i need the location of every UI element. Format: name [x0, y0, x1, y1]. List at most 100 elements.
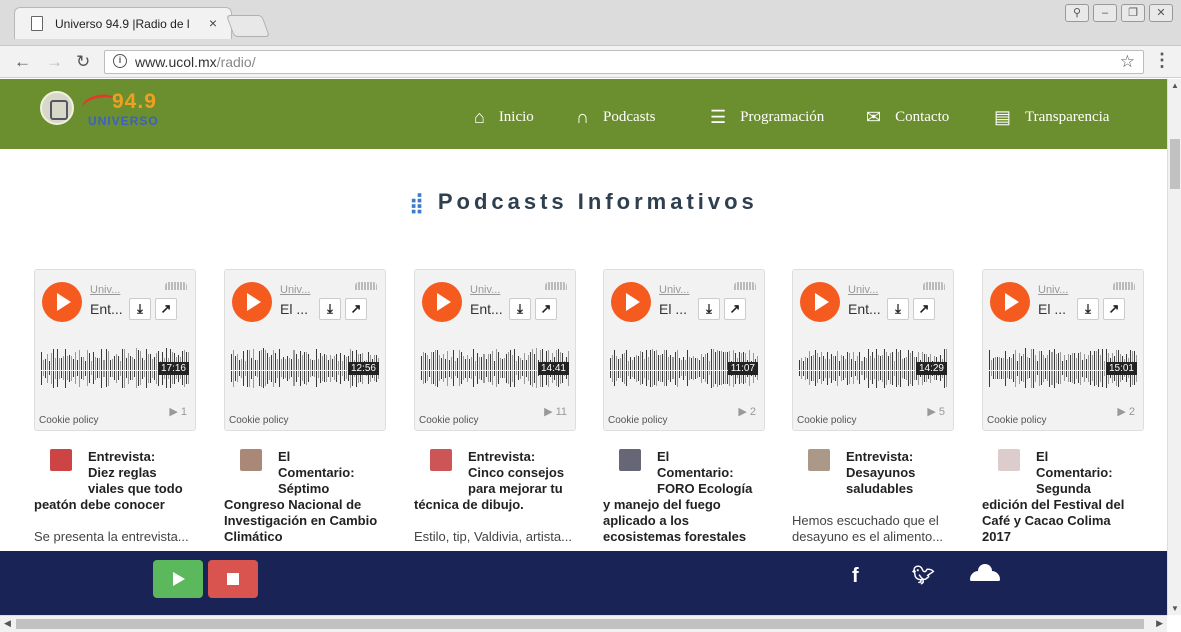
soundcloud-player[interactable]: Univ... El ... ⤓ ↗ 12:56 Cookie policy: [224, 269, 386, 431]
waveform-bar: [1083, 354, 1085, 382]
podcast-title[interactable]: El Comentario: Séptimo Congreso Nacional de…: [224, 449, 386, 545]
waveform-bar: [455, 360, 457, 376]
soundcloud-logo-icon[interactable]: [923, 282, 945, 290]
track-title[interactable]: Ent...: [470, 301, 503, 317]
share-icon[interactable]: ↗: [345, 298, 367, 320]
scroll-up-icon[interactable]: ▲: [1171, 81, 1179, 90]
podcast-title[interactable]: El Comentario: Segunda edición del Festival…: [982, 449, 1144, 545]
download-icon[interactable]: ⤓: [129, 298, 151, 320]
back-arrow-icon[interactable]: ←: [14, 52, 31, 72]
horizontal-scrollbar[interactable]: ◀ ▶: [0, 615, 1167, 632]
site-navbar: 94.9 UNIVERSO ⌂ Inicio ∩ Podcasts ☰ Prog…: [0, 79, 1167, 149]
cookie-policy-link[interactable]: Cookie policy: [608, 415, 667, 426]
profile-icon[interactable]: ⚲: [1065, 4, 1089, 22]
download-icon[interactable]: ⤓: [698, 298, 720, 320]
vertical-scrollbar[interactable]: ▲ ▼: [1167, 79, 1181, 615]
scroll-left-icon[interactable]: ◀: [4, 618, 11, 629]
reload-icon[interactable]: ↻: [76, 52, 90, 72]
address-bar[interactable]: i www.ucol.mx/radio/ ☆: [104, 50, 1144, 74]
close-window-button[interactable]: ✕: [1149, 4, 1173, 22]
waveform-bar: [323, 354, 325, 382]
play-icon[interactable]: [611, 282, 651, 322]
podcast-title[interactable]: El Comentario: FORO Ecología y manejo del f…: [603, 449, 765, 545]
soundcloud-logo-icon[interactable]: [1113, 282, 1135, 290]
cookie-policy-link[interactable]: Cookie policy: [39, 415, 98, 426]
track-title[interactable]: Ent...: [848, 301, 881, 317]
nav-item-programacion[interactable]: ☰ Programación: [710, 107, 824, 128]
share-icon[interactable]: ↗: [724, 298, 746, 320]
scroll-right-icon[interactable]: ▶: [1156, 618, 1163, 629]
play-icon[interactable]: [232, 282, 272, 322]
cookie-policy-link[interactable]: Cookie policy: [229, 415, 288, 426]
close-tab-icon[interactable]: ×: [209, 15, 217, 31]
waveform-bar: [999, 357, 1001, 379]
podcast-title-line: Comentario:: [657, 465, 734, 480]
stop-button[interactable]: [208, 560, 258, 598]
soundcloud-player[interactable]: Univ... Ent... ⤓ ↗ 14:29 Cookie policy ▶ 5: [792, 269, 954, 431]
waveform-bar: [877, 355, 879, 381]
maximize-button[interactable]: ❐: [1121, 4, 1145, 22]
play-button[interactable]: [153, 560, 203, 598]
play-icon[interactable]: [990, 282, 1030, 322]
nav-item-podcasts[interactable]: ∩ Podcasts: [576, 107, 656, 128]
waveform-bar: [1073, 352, 1075, 384]
share-icon[interactable]: ↗: [1103, 298, 1125, 320]
nav-item-inicio[interactable]: ⌂ Inicio: [474, 107, 534, 128]
track-user[interactable]: Univ...: [659, 284, 689, 296]
soundcloud-logo-icon[interactable]: [545, 282, 567, 290]
track-user[interactable]: Univ...: [1038, 284, 1068, 296]
scroll-down-icon[interactable]: ▼: [1171, 604, 1179, 613]
share-icon[interactable]: ↗: [155, 298, 177, 320]
horizontal-scroll-thumb[interactable]: [16, 619, 1144, 629]
cookie-policy-link[interactable]: Cookie policy: [419, 415, 478, 426]
download-icon[interactable]: ⤓: [887, 298, 909, 320]
track-user[interactable]: Univ...: [280, 284, 310, 296]
soundcloud-player[interactable]: Univ... Ent... ⤓ ↗ 17:16 Cookie policy ▶ 1: [34, 269, 196, 431]
soundcloud-player[interactable]: Univ... El ... ⤓ ↗ 15:01 Cookie policy ▶ 2: [982, 269, 1144, 431]
soundcloud-icon[interactable]: [970, 564, 1000, 581]
soundcloud-logo-icon[interactable]: [165, 282, 187, 290]
track-title[interactable]: El ...: [1038, 301, 1066, 317]
podcast-title[interactable]: Entrevista: Cinco consejos para mejorar tu…: [414, 449, 576, 513]
play-icon[interactable]: [422, 282, 462, 322]
logo-frequency[interactable]: 94.9: [112, 90, 157, 114]
list-icon: ☰: [710, 107, 727, 127]
track-title[interactable]: Ent...: [90, 301, 123, 317]
podcast-card: Univ... Ent... ⤓ ↗ 17:16 Cookie policy ▶ 1 Entr…: [34, 269, 196, 545]
podcast-title[interactable]: Entrevista: Diez reglas viales que todo pea…: [34, 449, 196, 513]
bookmark-star-icon[interactable]: ☆: [1120, 52, 1135, 72]
university-seal-logo[interactable]: [40, 91, 74, 125]
download-icon[interactable]: ⤓: [319, 298, 341, 320]
track-title[interactable]: El ...: [659, 301, 687, 317]
facebook-icon[interactable]: f: [852, 565, 859, 588]
browser-tab[interactable]: Universo 94.9 |Radio de l ×: [14, 7, 232, 39]
share-icon[interactable]: ↗: [913, 298, 935, 320]
cookie-policy-link[interactable]: Cookie policy: [987, 415, 1046, 426]
podcast-title[interactable]: Entrevista: Desayunos saludables: [792, 449, 954, 497]
play-icon[interactable]: [42, 282, 82, 322]
soundcloud-logo-icon[interactable]: [355, 282, 377, 290]
track-title[interactable]: El ...: [280, 301, 308, 317]
minimize-button[interactable]: –: [1093, 4, 1117, 22]
twitter-icon[interactable]: 🐦︎: [912, 565, 935, 586]
share-icon[interactable]: ↗: [535, 298, 557, 320]
forward-arrow-icon[interactable]: →: [46, 52, 63, 72]
track-user[interactable]: Univ...: [470, 284, 500, 296]
soundcloud-logo-icon[interactable]: [734, 282, 756, 290]
track-user[interactable]: Univ...: [848, 284, 878, 296]
nav-item-contacto[interactable]: ✉ Contacto: [866, 107, 949, 128]
vertical-scroll-thumb[interactable]: [1170, 139, 1180, 189]
browser-menu-icon[interactable]: ⋮: [1153, 50, 1171, 71]
download-icon[interactable]: ⤓: [1077, 298, 1099, 320]
soundcloud-player[interactable]: Univ... El ... ⤓ ↗ 11:07 Cookie policy ▶ 2: [603, 269, 765, 431]
info-icon[interactable]: i: [113, 54, 127, 68]
waveform-bar: [123, 348, 125, 388]
new-tab-button[interactable]: [225, 15, 271, 37]
soundcloud-player[interactable]: Univ... Ent... ⤓ ↗ 14:41 Cookie policy ▶ 11: [414, 269, 576, 431]
logo-wordmark[interactable]: UNIVERSO: [88, 114, 159, 128]
cookie-policy-link[interactable]: Cookie policy: [797, 415, 856, 426]
play-icon[interactable]: [800, 282, 840, 322]
track-user[interactable]: Univ...: [90, 284, 120, 296]
nav-item-transparencia[interactable]: ▤ Transparencia: [994, 107, 1109, 128]
download-icon[interactable]: ⤓: [509, 298, 531, 320]
